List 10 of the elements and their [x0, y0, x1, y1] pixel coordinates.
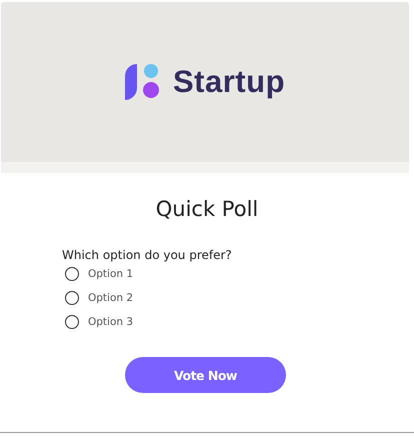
poll-question: Which option do you prefer?	[62, 248, 233, 262]
option-label[interactable]: Option 2	[88, 292, 134, 304]
radio-button[interactable]	[65, 291, 79, 305]
option-label[interactable]: Option 1	[88, 268, 134, 280]
option-label[interactable]: Option 3	[88, 316, 134, 328]
radio-button[interactable]	[65, 267, 79, 281]
vote-button[interactable]: Vote Now	[125, 357, 286, 393]
poll-title: Quick Poll	[154, 197, 260, 221]
brand-name: Startup	[173, 64, 285, 100]
radio-button[interactable]	[65, 315, 79, 329]
